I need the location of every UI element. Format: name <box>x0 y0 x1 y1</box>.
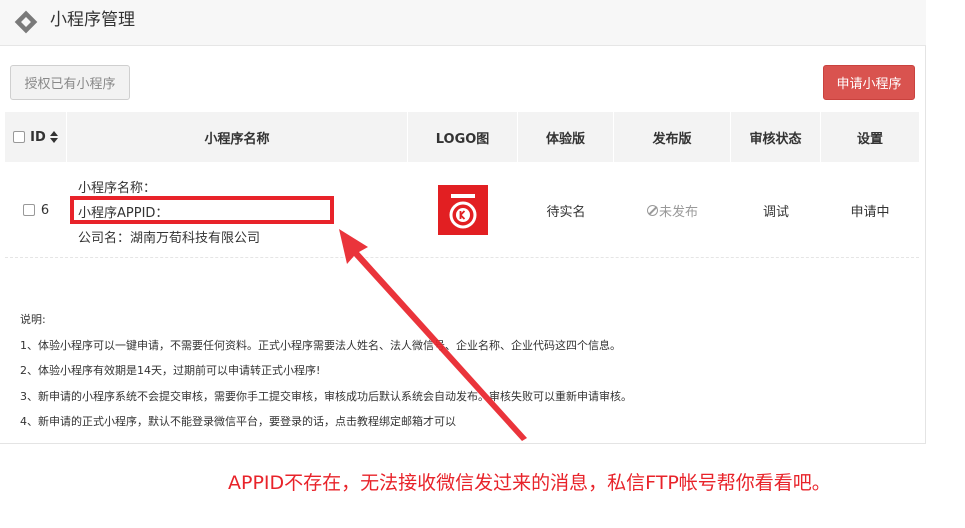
instructions: 说明: 1、体验小程序可以一键申请，不需要任何资料。正式小程序需要法人姓名、法人… <box>20 307 632 435</box>
apply-miniprogram-button[interactable]: 申请小程序 <box>823 65 915 100</box>
select-all-checkbox[interactable] <box>13 131 26 143</box>
column-settings: 设置 <box>856 131 883 147</box>
column-id-label: ID <box>30 129 46 145</box>
column-trial: 体验版 <box>518 112 614 162</box>
note-item: 2、体验小程序有效期是14天，过期前可以申请转正式小程序! <box>20 364 321 377</box>
diamond-icon <box>14 10 38 34</box>
sort-icon[interactable] <box>49 131 58 143</box>
notes-title: 说明: <box>20 313 46 326</box>
column-id[interactable]: ID <box>5 112 67 162</box>
row-release-label: 未发布 <box>658 204 698 220</box>
row-checkbox[interactable] <box>22 204 35 216</box>
company-name: 公司名：湖南万荀科技有限公司 <box>78 231 261 246</box>
appid-highlight-box <box>70 196 334 224</box>
logo-icon <box>438 185 488 235</box>
annotation-text: APPID不存在，无法接收微信发过来的消息，私信FTP帐号帮你看看吧。 <box>228 472 831 494</box>
authorize-existing-button[interactable]: 授权已有小程序 <box>10 65 130 100</box>
no-publish-icon <box>646 204 658 216</box>
row-id: 6 <box>40 202 50 218</box>
note-item: 3、新申请的小程序系统不会提交审核，需要你手工提交审核，审核成功后默认系统会自动… <box>20 389 632 403</box>
column-name: 小程序名称 <box>67 112 408 162</box>
page-title: 小程序管理 <box>50 10 135 30</box>
row-release: 未发布 <box>614 162 731 258</box>
row-id-cell: 6 <box>5 162 67 258</box>
column-logo: LOGO图 <box>408 112 518 162</box>
note-item: 1、体验小程序可以一键申请，不需要任何资料。正式小程序需要法人姓名、法人微信号、… <box>20 338 621 352</box>
row-trial: 待实名 <box>546 204 586 220</box>
note-item: 4、新申请的正式小程序，默认不能登录微信平台，要登录的话，点击教程绑定邮箱才可以 <box>20 415 456 428</box>
row-settings[interactable]: 申请中 <box>821 162 919 258</box>
row-review[interactable]: 调试 <box>731 162 821 258</box>
column-review: 审核状态 <box>731 112 821 162</box>
row-logo-cell <box>408 162 518 258</box>
table-header: ID 小程序名称 LOGO图 体验版 发布版 审核状态 设置 <box>5 112 919 162</box>
column-release: 发布版 <box>614 112 731 162</box>
page-header: 小程序管理 <box>0 0 926 46</box>
